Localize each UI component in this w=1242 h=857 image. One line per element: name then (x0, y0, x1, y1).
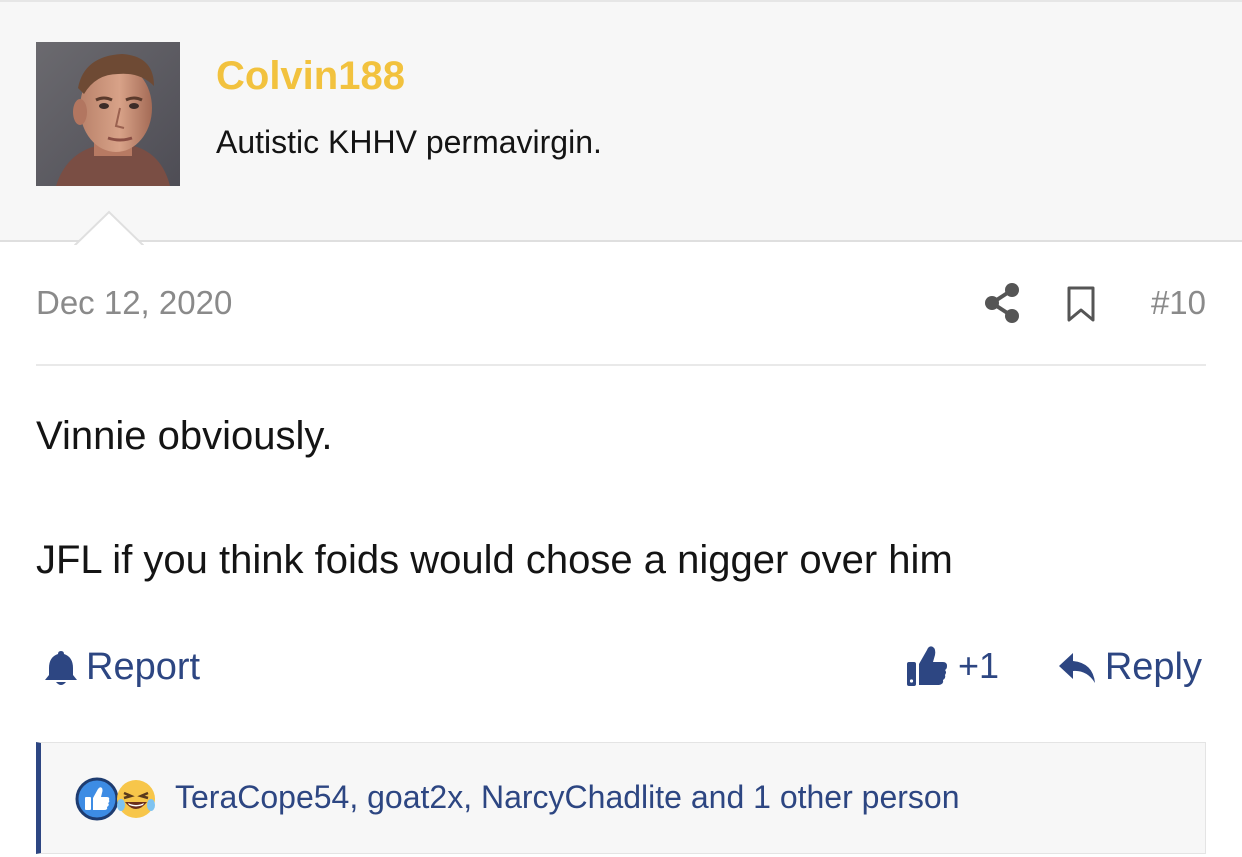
post-text-line: Vinnie obviously. (36, 414, 333, 458)
message-arrow (74, 210, 144, 248)
laughing-icon (117, 780, 155, 818)
post-meta: Dec 12, 2020 #10 (36, 272, 1206, 336)
user-title: Autistic KHHV permavirgin. (216, 124, 602, 160)
share-icon[interactable] (982, 282, 1022, 324)
post-actions: Report +1 Reply (36, 640, 1206, 700)
post-number[interactable]: #10 (1151, 284, 1206, 322)
post-text-line: JFL if you think foids would chose a nig… (36, 538, 953, 582)
like-icon (75, 777, 119, 821)
thumbs-up-icon (907, 646, 947, 686)
reply-arrow-icon (1058, 652, 1095, 683)
bell-icon (45, 650, 77, 685)
user-header: Colvin188 Autistic KHHV permavirgin. (0, 0, 1242, 248)
reaction-icons (75, 777, 157, 821)
forum-post: Colvin188 Autistic KHHV permavirgin. Dec… (0, 0, 1242, 857)
bookmark-icon[interactable] (1066, 286, 1096, 322)
like-button[interactable]: +1 (906, 644, 999, 688)
post-date[interactable]: Dec 12, 2020 (36, 284, 232, 322)
like-count: +1 (958, 645, 1000, 686)
post-body: Vinnie obviously. JFL if you think foids… (36, 412, 1206, 584)
reactions-bar[interactable]: TeraCope54, goat2x, NarcyChadlite and 1 … (36, 742, 1206, 854)
reply-label: Reply (1104, 646, 1202, 688)
avatar[interactable] (36, 42, 180, 186)
divider (36, 364, 1206, 366)
report-button[interactable]: Report (44, 646, 200, 689)
reaction-users[interactable]: TeraCope54, goat2x, NarcyChadlite and 1 … (175, 779, 959, 816)
username[interactable]: Colvin188 (216, 54, 405, 99)
report-label: Report (86, 646, 201, 688)
reply-button[interactable]: Reply (1057, 646, 1202, 689)
